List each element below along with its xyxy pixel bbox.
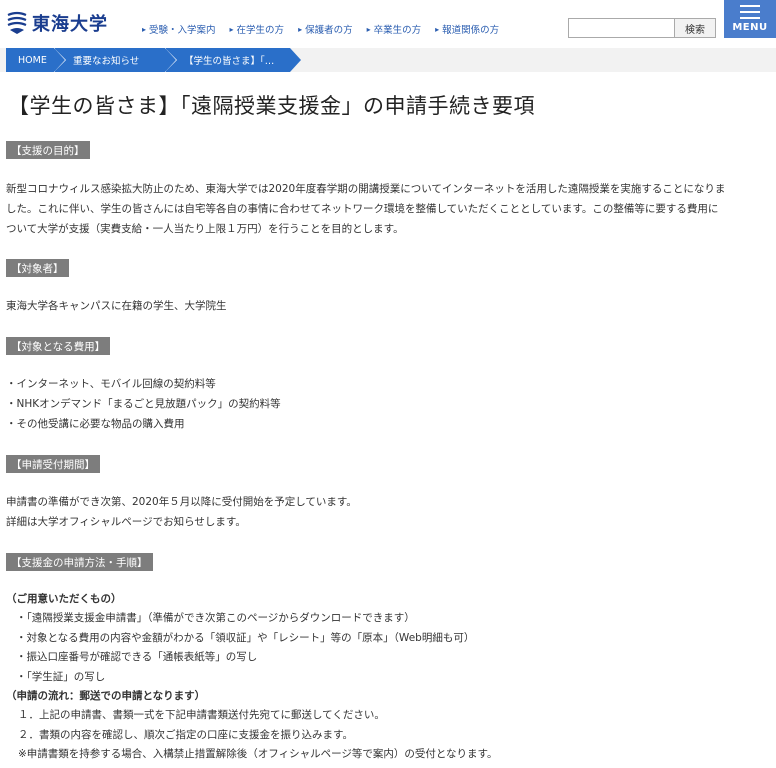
purpose-text: 新型コロナウィルス感染拡大防止のため、東海大学では2020年度春学期の開講授業に… — [6, 179, 772, 239]
nav-press[interactable]: ▸ 報道関係の方 — [435, 22, 500, 37]
nav-alumni[interactable]: ▸ 卒業生の方 — [366, 22, 422, 37]
period-text: 申請書の準備ができ次第、2020年５月以降に受付開始を予定しています。 詳細は大… — [6, 492, 772, 532]
text-line: 詳細は大学オフィシャルページでお知らせします。 — [6, 516, 246, 528]
section-label-purpose: 【支援の目的】 — [6, 141, 90, 159]
arrow-right-icon: ▸ — [366, 24, 371, 34]
list-item: ・「学生証」の写し — [16, 670, 106, 683]
list-item: ・対象となる費用の内容や金額がわかる「領収証」や「レシート」等の「原本」（Web… — [16, 631, 475, 644]
nav-label: 卒業生の方 — [373, 25, 422, 36]
list-item: ・インターネット、モバイル回線の契約料等 — [6, 378, 216, 390]
search-button[interactable]: 検索 — [674, 18, 716, 38]
site-header: 東海大学 ▸ 受験・入学案内 ▸ 在学生の方 ▸ 保護者の方 ▸ 卒業生の方 ▸ 報道関係… — [0, 0, 776, 48]
tokai-logo-icon — [7, 11, 27, 34]
breadcrumb-important-notices[interactable]: 重要なお知らせ — [54, 48, 176, 72]
costs-list: ・インターネット、モバイル回線の契約料等 ・NHKオンデマンド「まるごと見放題パ… — [6, 374, 772, 434]
menu-label: MENU — [732, 22, 768, 33]
search-input[interactable] — [568, 18, 674, 38]
nav-admissions[interactable]: ▸ 受験・入学案内 — [142, 22, 216, 37]
menu-button[interactable]: MENU — [724, 0, 776, 38]
method-text: （ご用意いただくもの） ・「遠隔授業支援金申請書」（準備ができ次第このページから… — [6, 590, 772, 765]
section-label-target: 【対象者】 — [6, 259, 69, 277]
text-line: した。これに伴い、学生の皆さんには自宅等各自の事情に合わせてネットワーク環境を整… — [6, 203, 719, 215]
top-nav: ▸ 受験・入学案内 ▸ 在学生の方 ▸ 保護者の方 ▸ 卒業生の方 ▸ 報道関係の方 — [142, 22, 500, 37]
logo-text: 東海大学 — [32, 14, 108, 35]
list-item: １．上記の申請書、書類一式を下記申請書類送付先宛てに郵送してください。 — [18, 709, 385, 722]
list-item: ・その他受講に必要な物品の購入費用 — [6, 418, 185, 430]
list-item: ２．書類の内容を確認し、順次ご指定の口座に支援金を振り込みます。 — [18, 728, 353, 741]
flow-heading: （申請の流れ：郵送での申請となります） — [6, 690, 206, 703]
text-line: 東海大学各キャンパスに在籍の学生、大学院生 — [6, 300, 227, 312]
list-item: ・NHKオンデマンド「まるごと見放題パック」の契約料等 — [6, 398, 281, 410]
arrow-right-icon: ▸ — [298, 24, 303, 34]
section-label-method: 【支援金の申請方法・手順】 — [6, 553, 153, 571]
nav-label: 保護者の方 — [305, 25, 353, 36]
section-label-period: 【申請受付期間】 — [6, 455, 100, 473]
hamburger-icon — [740, 5, 760, 19]
target-text: 東海大学各キャンパスに在籍の学生、大学院生 — [6, 296, 772, 316]
arrow-right-icon: ▸ — [229, 24, 234, 34]
breadcrumb: HOME 重要なお知らせ 【学生の皆さま】「… — [0, 48, 776, 72]
nav-label: 受験・入学案内 — [149, 25, 216, 36]
page-title: 【学生の皆さま】「遠隔授業支援金」の申請手続き要項 — [8, 94, 535, 118]
prep-heading: （ご用意いただくもの） — [6, 593, 122, 605]
list-item: ・振込口座番号が確認できる「通帳表紙等」の写し — [16, 651, 258, 664]
site-logo[interactable]: 東海大学 — [6, 10, 108, 36]
nav-students[interactable]: ▸ 在学生の方 — [229, 22, 285, 37]
breadcrumb-home[interactable]: HOME — [6, 48, 65, 72]
nav-label: 報道関係の方 — [442, 25, 500, 36]
text-line: 新型コロナウィルス感染拡大防止のため、東海大学では2020年度春学期の開講授業に… — [6, 183, 726, 195]
text-line: ついて大学が支援（実費支給・一人当たり上限１万円）を行うことを目的とします。 — [6, 223, 404, 235]
breadcrumb-current: 【学生の皆さま】「… — [165, 48, 301, 72]
arrow-right-icon: ▸ — [142, 24, 147, 34]
section-label-costs: 【対象となる費用】 — [6, 337, 111, 355]
text-line: 申請書の準備ができ次第、2020年５月以降に受付開始を予定しています。 — [6, 496, 357, 508]
list-item: ・「遠隔授業支援金申請書」（準備ができ次第このページからダウンロードできます） — [16, 612, 415, 625]
nav-label: 在学生の方 — [236, 25, 285, 36]
list-item: ※申請書類を持参する場合、入構禁止措置解除後（オフィシャルページ等で案内）の受付… — [18, 748, 498, 761]
site-search: 検索 — [568, 18, 716, 38]
arrow-right-icon: ▸ — [435, 24, 440, 34]
nav-parents[interactable]: ▸ 保護者の方 — [298, 22, 353, 37]
